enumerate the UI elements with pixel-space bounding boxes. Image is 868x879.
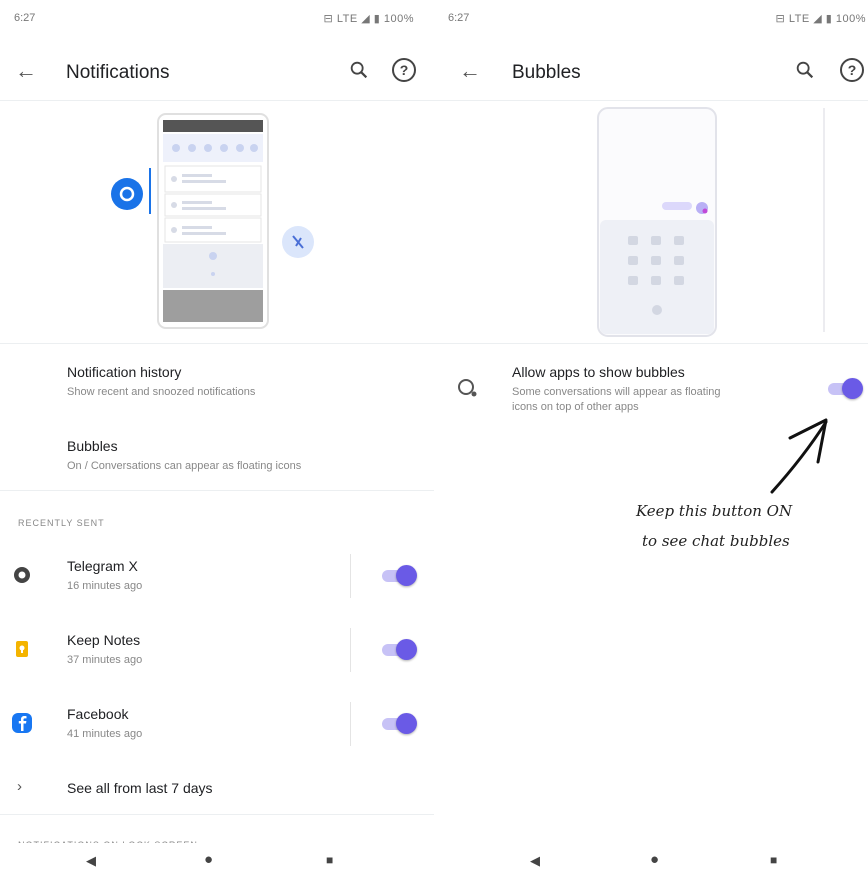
- toggle-thumb: [842, 378, 863, 399]
- item-subtitle: Show recent and snoozed notifications: [67, 386, 256, 398]
- app-name: Telegram X: [67, 558, 138, 574]
- app-name: Keep Notes: [67, 632, 141, 648]
- app-time: 37 minutes ago: [67, 654, 143, 666]
- app-time: 16 minutes ago: [67, 580, 143, 592]
- nav-bar: ◀ ● ■: [434, 843, 868, 879]
- app-row-facebook[interactable]: Facebook 41 minutes ago: [0, 702, 434, 746]
- telegram-x-icon: [14, 567, 30, 583]
- annotation-arrow: [770, 418, 828, 494]
- toggle-keep-notes[interactable]: [380, 639, 417, 660]
- notifications-illustration: [111, 113, 314, 329]
- help-icon[interactable]: ?: [840, 58, 864, 82]
- nav-home-icon[interactable]: ●: [204, 851, 213, 868]
- help-icon[interactable]: ?: [392, 58, 416, 82]
- keep-notes-icon: [16, 641, 28, 657]
- toggle-thumb: [396, 639, 417, 660]
- nav-bar: ◀ ● ■: [0, 843, 434, 879]
- chevron-right-icon: ›: [17, 778, 22, 795]
- status-bar: 6:27 ⊟ LTE ◢ ▮ 100%: [0, 0, 434, 36]
- vertical-divider: [350, 628, 351, 672]
- app-row-keep-notes[interactable]: Keep Notes 37 minutes ago: [0, 628, 434, 672]
- bubbles-item[interactable]: Bubbles On / Conversations can appear as…: [0, 434, 434, 474]
- see-all-link[interactable]: › See all from last 7 days: [0, 776, 434, 800]
- bubbles-illustration: [597, 107, 825, 337]
- divider: [0, 490, 434, 491]
- nav-back-icon[interactable]: ◀: [530, 853, 540, 869]
- section-header: RECENTLY SENT: [18, 518, 105, 528]
- status-icons: ⊟ LTE ◢ ▮ 100%: [323, 13, 414, 25]
- app-bar: ← Bubbles ?: [434, 48, 868, 96]
- app-row-telegram-x[interactable]: Telegram X 16 minutes ago: [0, 554, 434, 598]
- bubbles-screen: 6:27 ⊟ LTE ◢ ▮ 100% ← Bubbles ? Allow ap…: [434, 0, 868, 879]
- nav-recents-icon[interactable]: ■: [326, 853, 333, 867]
- app-name: Facebook: [67, 706, 129, 722]
- setting-subtitle: icons on top of other apps: [512, 401, 639, 413]
- divider: [0, 343, 434, 344]
- arrow-back-icon[interactable]: ←: [12, 58, 40, 84]
- status-bar: 6:27 ⊟ LTE ◢ ▮ 100%: [434, 0, 868, 36]
- item-title: Notification history: [67, 364, 182, 380]
- divider: [434, 343, 868, 344]
- app-bar: ← Notifications ?: [0, 48, 434, 96]
- item-subtitle: On / Conversations can appear as floatin…: [67, 460, 302, 472]
- toggle-thumb: [396, 565, 417, 586]
- notifications-screen: 6:27 ⊟ LTE ◢ ▮ 100% ← Notifications ? No…: [0, 0, 434, 879]
- divider: [0, 814, 434, 815]
- status-time: 6:27: [14, 12, 36, 24]
- facebook-icon: [12, 713, 32, 733]
- see-all-label: See all from last 7 days: [67, 780, 213, 796]
- page-title: Notifications: [66, 62, 170, 83]
- annotation-text: to see chat bubbles: [642, 532, 790, 550]
- divider: [434, 100, 868, 101]
- nav-recents-icon[interactable]: ■: [770, 853, 777, 867]
- divider: [0, 100, 434, 101]
- toggle-facebook[interactable]: [380, 713, 417, 734]
- nav-back-icon[interactable]: ◀: [86, 853, 96, 869]
- toggle-allow-bubbles[interactable]: [826, 378, 863, 399]
- setting-title: Allow apps to show bubbles: [512, 364, 685, 380]
- setting-subtitle: Some conversations will appear as floati…: [512, 386, 721, 398]
- arrow-back-icon[interactable]: ←: [456, 58, 484, 84]
- search-icon[interactable]: [794, 59, 816, 81]
- toggle-thumb: [396, 713, 417, 734]
- notification-history-item[interactable]: Notification history Show recent and sno…: [0, 360, 434, 400]
- status-icons: ⊟ LTE ◢ ▮ 100%: [775, 13, 866, 25]
- bubble-icon: [458, 379, 477, 397]
- toggle-telegram-x[interactable]: [380, 565, 417, 586]
- search-icon[interactable]: [348, 59, 370, 81]
- app-time: 41 minutes ago: [67, 728, 143, 740]
- nav-home-icon[interactable]: ●: [650, 851, 659, 868]
- annotation-text: Keep this button ON: [636, 502, 793, 520]
- vertical-divider: [350, 554, 351, 598]
- status-time: 6:27: [448, 12, 470, 24]
- vertical-divider: [350, 702, 351, 746]
- item-title: Bubbles: [67, 438, 118, 454]
- page-title: Bubbles: [512, 62, 581, 83]
